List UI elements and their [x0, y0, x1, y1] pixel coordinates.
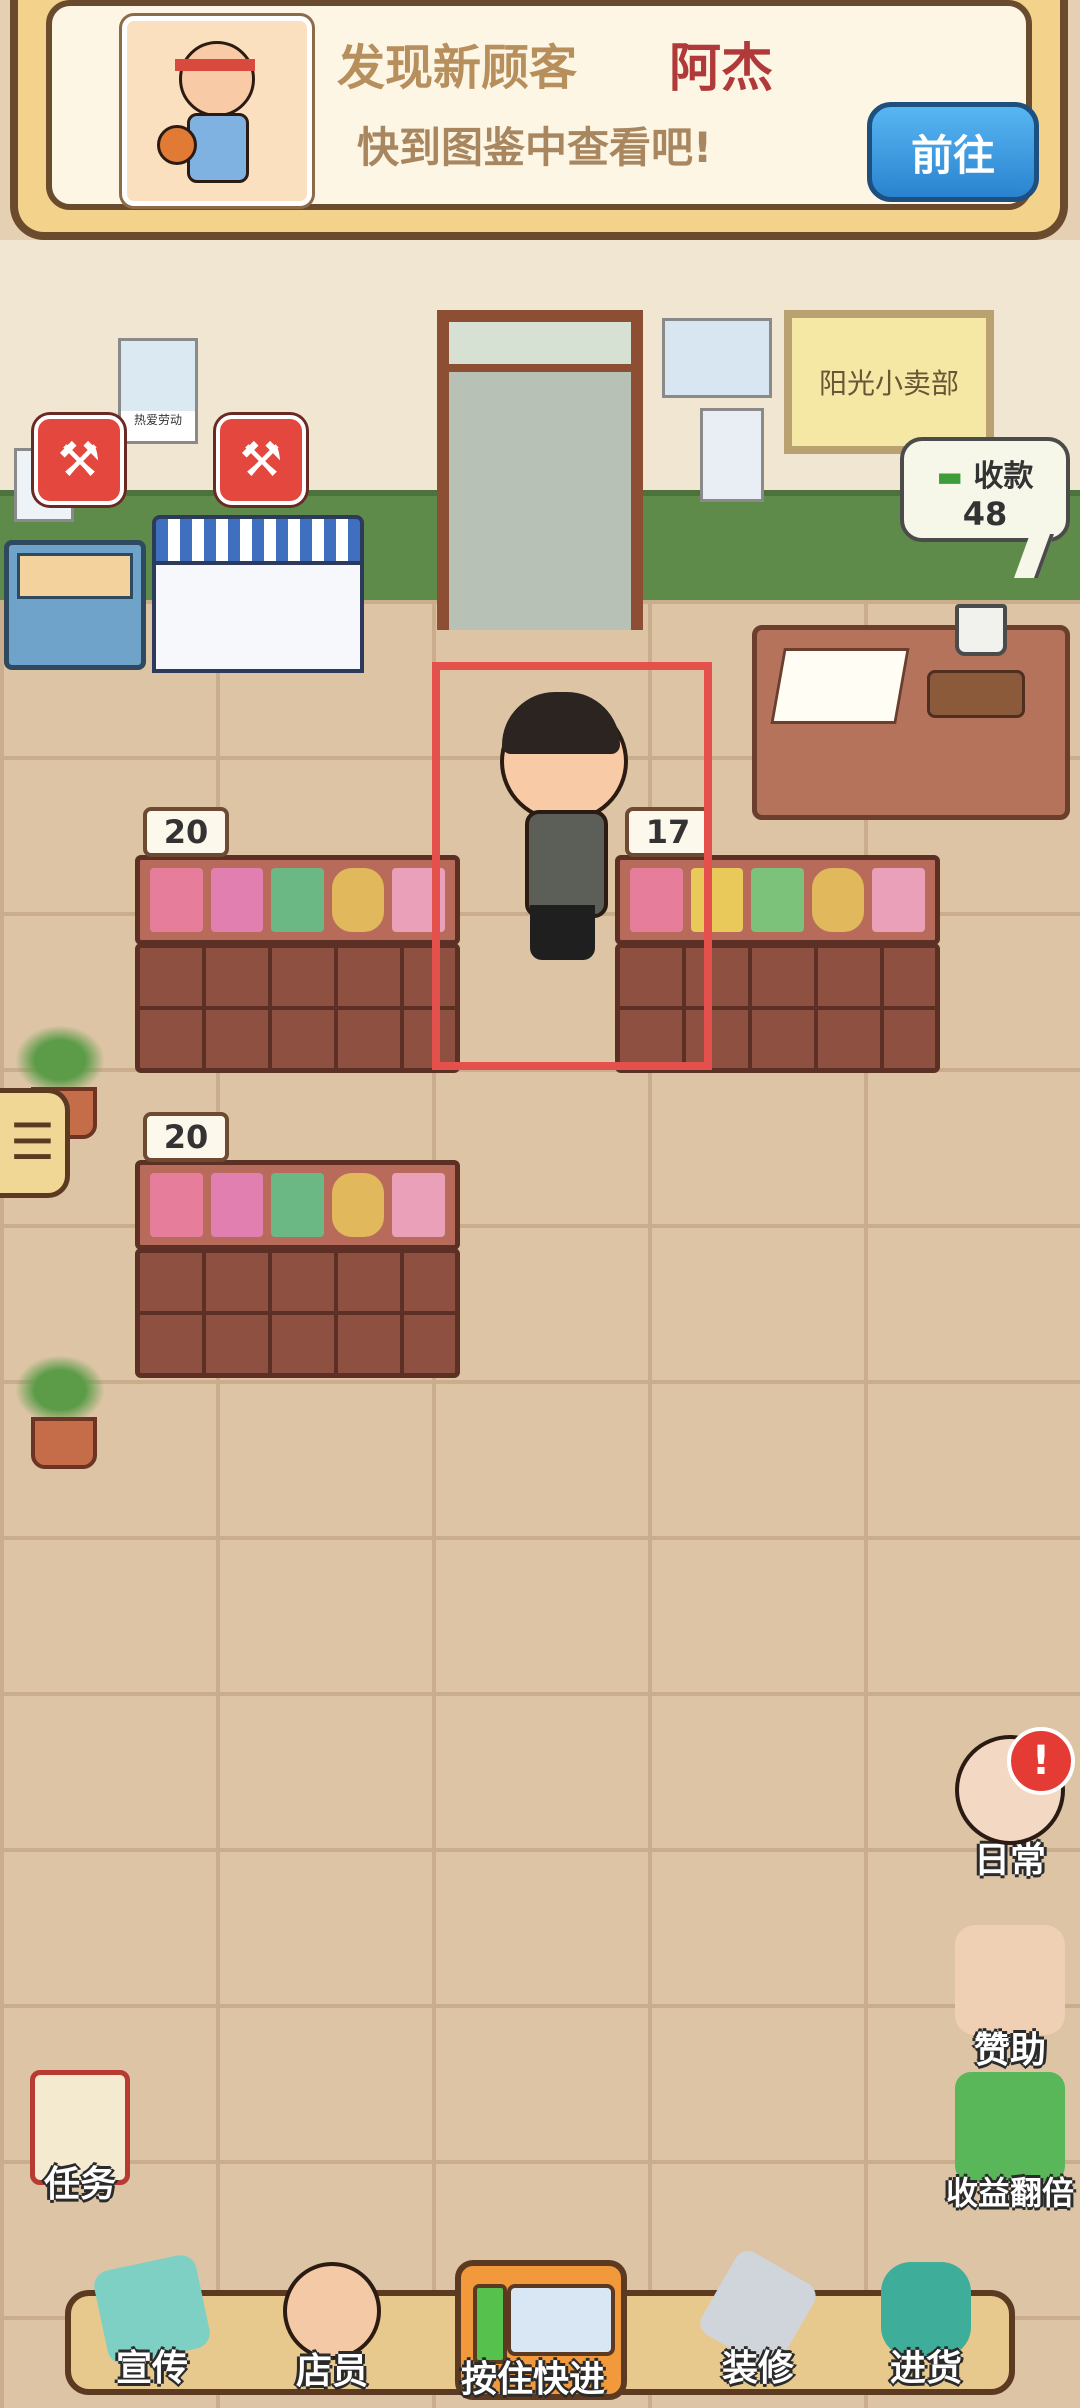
daily-button[interactable]: ! 日常: [935, 1727, 1080, 1883]
product-shelf[interactable]: 20: [135, 807, 460, 1075]
cash-label: 收款: [973, 459, 1034, 494]
hamburger-icon[interactable]: ☰: [0, 1088, 70, 1198]
poster-study: [700, 408, 764, 502]
staff-button[interactable]: 店员: [252, 2262, 412, 2394]
customer-highlight-frame: [432, 662, 712, 1070]
cassette-icon: [507, 2284, 615, 2356]
restock-button[interactable]: 进货: [846, 2262, 1006, 2391]
task-button[interactable]: 任务: [20, 2070, 140, 2207]
drink-cooler[interactable]: [4, 540, 146, 670]
money-up-icon: [955, 2072, 1065, 2182]
renovate-label: 装修: [721, 2348, 794, 2389]
promote-label: 宣传: [115, 2348, 188, 2389]
shop-door: [437, 310, 643, 630]
handshake-icon: [955, 1925, 1065, 2035]
coffee-mug: [955, 604, 1007, 656]
sponsor-label: 赞助: [973, 2030, 1046, 2071]
exclamation-icon: !: [1007, 1727, 1075, 1795]
double-income-label: 收益翻倍: [945, 2174, 1074, 2212]
repair-icon[interactable]: ⚒: [216, 415, 306, 505]
repair-icon[interactable]: ⚒: [34, 415, 124, 505]
staff-label: 店员: [295, 2351, 368, 2392]
poster-teacher: [662, 318, 772, 398]
fast-forward-label: 按住快进: [461, 2359, 606, 2400]
price-tag: 20: [143, 1112, 229, 1162]
cashier-counter[interactable]: [752, 625, 1070, 820]
banner-title: 发现新顾客: [337, 40, 578, 96]
potted-plant: [5, 1355, 115, 1469]
fast-forward-button[interactable]: 按住快进: [455, 2260, 627, 2400]
renovate-button[interactable]: 装修: [678, 2245, 838, 2391]
new-customer-banner: 发现新顾客 阿杰 快到图鉴中查看吧! 前往: [10, 0, 1068, 240]
sponsor-button[interactable]: 赞助: [935, 1925, 1080, 2073]
price-tag: 20: [143, 807, 229, 857]
customer-name: 阿杰: [669, 39, 774, 99]
ice-cream-freezer[interactable]: [152, 515, 364, 673]
product-shelf[interactable]: 20: [135, 1112, 460, 1380]
cash-amount: 48: [962, 495, 1008, 533]
customer-avatar: [122, 16, 312, 206]
goto-button[interactable]: 前往: [867, 102, 1039, 202]
task-label: 任务: [43, 2164, 116, 2205]
cash-collect-bubble[interactable]: ▬ 收款 48: [900, 437, 1070, 542]
restock-label: 进货: [889, 2348, 962, 2389]
banner-subtitle: 快到图鉴中查看吧!: [357, 123, 713, 172]
promote-button[interactable]: 宣传: [72, 2252, 232, 2391]
double-income-button[interactable]: 收益翻倍: [935, 2072, 1080, 2214]
poster-labor: 热爱劳动: [118, 338, 198, 444]
cash-icon: ▬: [936, 460, 963, 493]
shop-sign: 阳光小卖部: [784, 310, 994, 454]
